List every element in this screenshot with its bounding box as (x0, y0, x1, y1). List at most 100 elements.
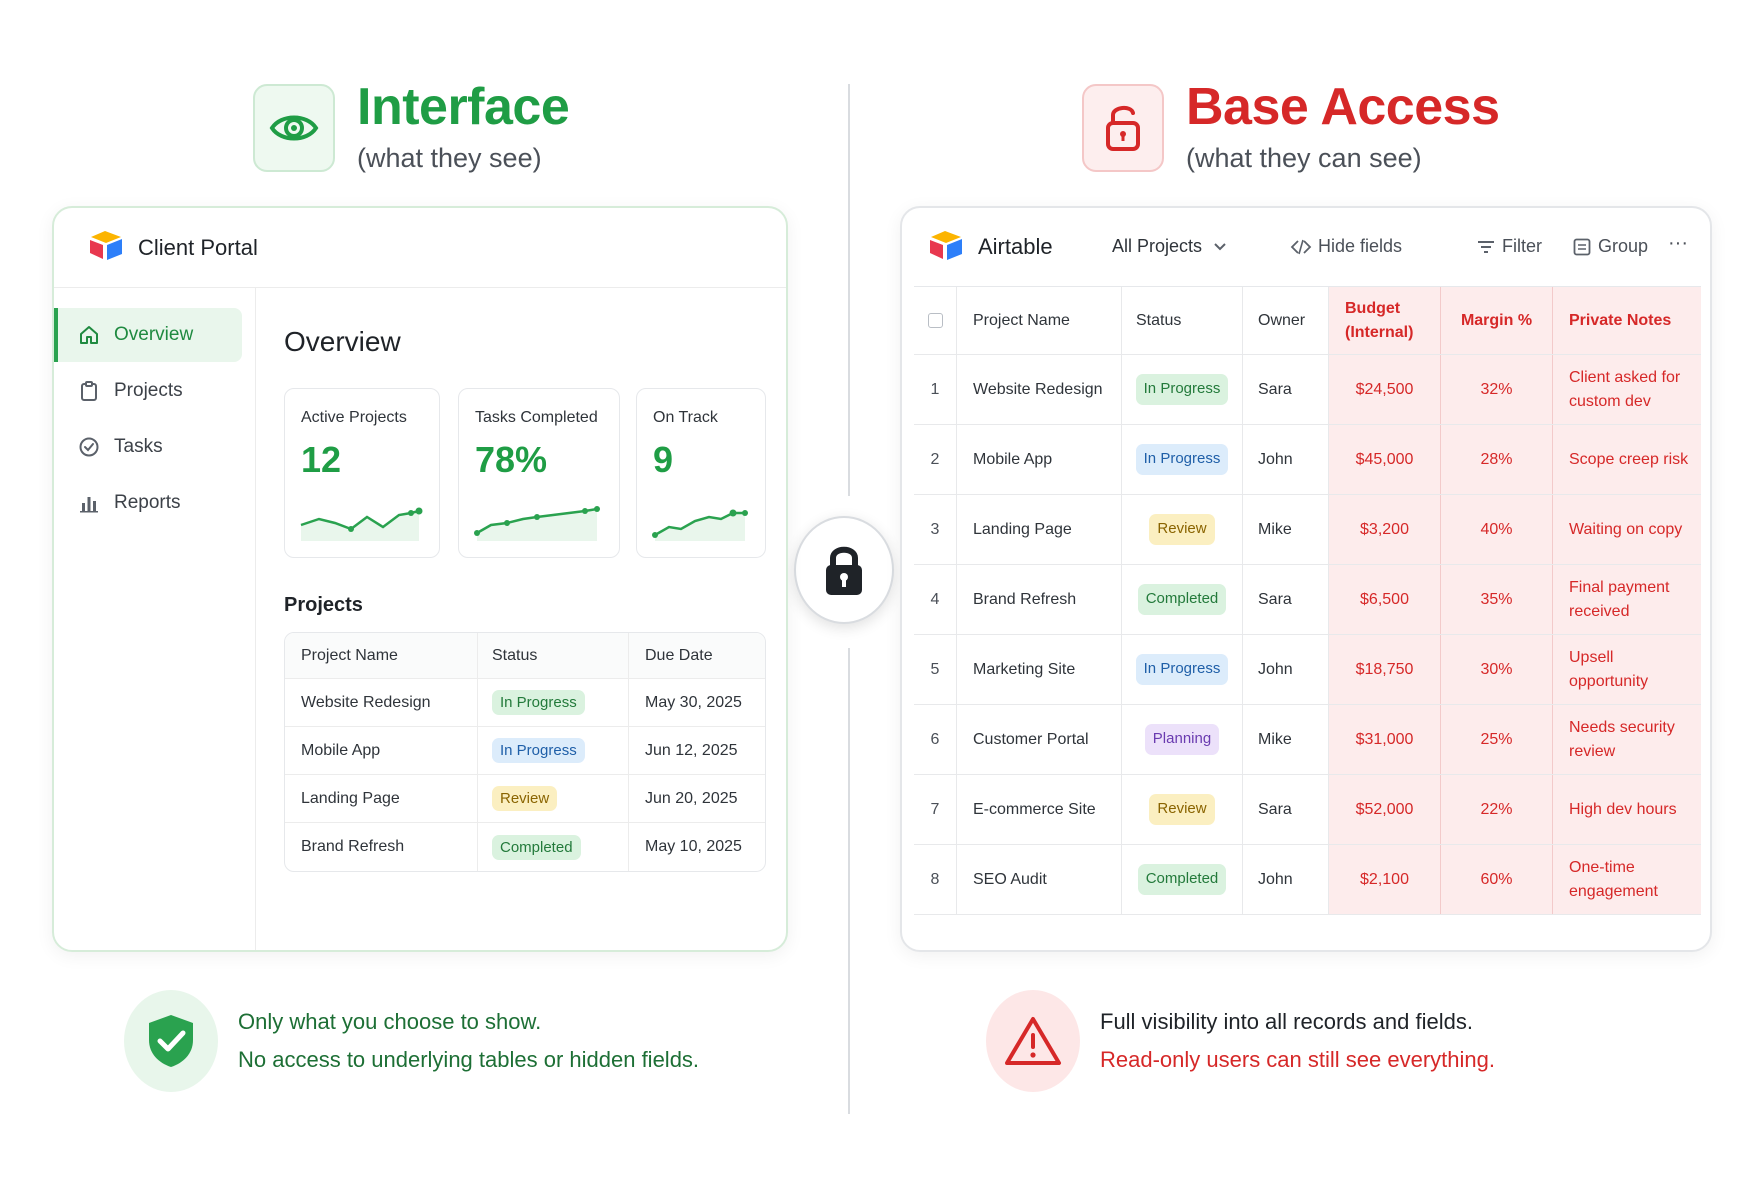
eye-icon (253, 83, 335, 172)
cell-margin[interactable]: 22% (1441, 775, 1553, 844)
table-row[interactable]: 5 Marketing Site In Progress John $18,75… (914, 635, 1701, 705)
table-row[interactable]: 1 Website Redesign In Progress Sara $24,… (914, 355, 1701, 425)
column-header[interactable]: Project Name (957, 287, 1122, 354)
cell-private-notes[interactable]: Upsell opportunity (1553, 635, 1701, 704)
base-access-header: Base Access (what they can see) (1082, 81, 1500, 174)
table-row[interactable]: 6 Customer Portal Planning Mike $31,000 … (914, 705, 1701, 775)
sidebar-item-overview[interactable]: Overview (54, 308, 242, 362)
chevron-down-icon (1214, 242, 1226, 250)
table-row[interactable]: 2 Mobile App In Progress John $45,000 28… (914, 425, 1701, 495)
cell-owner[interactable]: Sara (1243, 565, 1329, 634)
table-row[interactable]: 8 SEO Audit Completed John $2,100 60% On… (914, 845, 1701, 915)
base-access-subtitle: (what they can see) (1186, 143, 1422, 173)
shield-check-icon (124, 990, 218, 1092)
table-row[interactable]: 4 Brand Refresh Completed Sara $6,500 35… (914, 565, 1701, 635)
status-badge: Completed (492, 834, 581, 860)
interface-subtitle: (what they see) (357, 143, 542, 173)
cell-owner[interactable]: Sara (1243, 775, 1329, 844)
cell-margin[interactable]: 28% (1441, 425, 1553, 494)
row-number: 5 (914, 635, 957, 704)
cell-budget[interactable]: $18,750 (1329, 635, 1441, 704)
unlocked-padlock-icon (1082, 83, 1164, 172)
sidebar-item-tasks[interactable]: Tasks (54, 420, 242, 474)
column-header[interactable]: Owner (1243, 287, 1329, 354)
cell-margin[interactable]: 30% (1441, 635, 1553, 704)
sidebar-item-label: Reports (114, 492, 181, 513)
cell-project-name[interactable]: Website Redesign (957, 355, 1122, 424)
filter-button[interactable]: Filter (1476, 236, 1542, 257)
cell-margin[interactable]: 25% (1441, 705, 1553, 774)
cell-margin[interactable]: 40% (1441, 495, 1553, 564)
base-access-note-line2: Read-only users can still see everything… (1100, 1047, 1495, 1072)
interface-note-line1: Only what you choose to show. (238, 1008, 542, 1034)
cell-project-name[interactable]: Mobile App (957, 425, 1122, 494)
cell-private-notes[interactable]: Final payment received (1553, 565, 1701, 634)
table-row[interactable]: 3 Landing Page Review Mike $3,200 40% Wa… (914, 495, 1701, 565)
cell-private-notes[interactable]: Scope creep risk (1553, 425, 1701, 494)
cell-margin[interactable]: 32% (1441, 355, 1553, 424)
cell-project-name[interactable]: Brand Refresh (957, 565, 1122, 634)
cell-project-name[interactable]: E-commerce Site (957, 775, 1122, 844)
divider-bottom (848, 648, 850, 1114)
sparkline (300, 507, 423, 541)
table-row[interactable]: 7 E-commerce Site Review Sara $52,000 22… (914, 775, 1701, 845)
cell-project-name[interactable]: SEO Audit (957, 845, 1122, 914)
more-options-icon[interactable]: ··· (1668, 232, 1688, 255)
table-row[interactable]: Landing Page Review Jun 20, 2025 (285, 775, 765, 823)
sidebar-item-label: Tasks (114, 436, 163, 457)
table-row[interactable]: Brand Refresh Completed May 10, 2025 (285, 823, 765, 871)
column-header: Status (478, 633, 629, 678)
sidebar-item-label: Overview (114, 324, 194, 345)
cell-private-notes[interactable]: One-time engagement (1553, 845, 1701, 914)
select-all-checkbox[interactable] (927, 313, 943, 328)
row-number: 2 (914, 425, 957, 494)
column-header-margin[interactable]: Margin % (1441, 287, 1553, 354)
cell-budget[interactable]: $24,500 (1329, 355, 1441, 424)
cell-private-notes[interactable]: Client asked for custom dev (1553, 355, 1701, 424)
kpi-value: 9 (653, 439, 674, 480)
view-switcher[interactable]: All Projects (1112, 236, 1230, 257)
cell-project-name[interactable]: Landing Page (957, 495, 1122, 564)
cell-budget[interactable]: $52,000 (1329, 775, 1441, 844)
cell-project-name[interactable]: Customer Portal (957, 705, 1122, 774)
cell-budget[interactable]: $2,100 (1329, 845, 1441, 914)
cell-budget[interactable]: $31,000 (1329, 705, 1441, 774)
interface-header: Interface (what they see) (253, 81, 570, 174)
sidebar-item-reports[interactable]: Reports (54, 476, 242, 530)
hide-fields-button[interactable]: Hide fields (1290, 236, 1402, 257)
cell-budget[interactable]: $6,500 (1329, 565, 1441, 634)
row-number: 4 (914, 565, 957, 634)
cell-owner[interactable]: Mike (1243, 705, 1329, 774)
column-header-private-notes[interactable]: Private Notes (1553, 287, 1701, 354)
table-row[interactable]: Mobile App In Progress Jun 12, 2025 (285, 727, 765, 775)
cell-due-date: May 30, 2025 (645, 693, 742, 711)
cell-private-notes[interactable]: Waiting on copy (1553, 495, 1701, 564)
bar-chart-icon (80, 497, 98, 513)
cell-project-name: Mobile App (285, 727, 478, 774)
cell-owner[interactable]: Sara (1243, 355, 1329, 424)
table-row[interactable]: Website Redesign In Progress May 30, 202… (285, 679, 765, 727)
cell-margin[interactable]: 35% (1441, 565, 1553, 634)
sidebar-item-projects[interactable]: Projects (54, 364, 242, 418)
cell-owner[interactable]: John (1243, 845, 1329, 914)
cell-due-date: May 10, 2025 (645, 838, 742, 855)
cell-margin[interactable]: 60% (1441, 845, 1553, 914)
cell-due-date: Jun 20, 2025 (645, 789, 738, 807)
status-badge: Review (492, 786, 558, 811)
cell-private-notes[interactable]: High dev hours (1553, 775, 1701, 844)
airtable-logo-icon (88, 229, 124, 266)
cell-owner[interactable]: John (1243, 635, 1329, 704)
column-header[interactable]: Status (1122, 287, 1243, 354)
row-number: 7 (914, 775, 957, 844)
column-header-budget[interactable]: Budget (Internal) (1329, 287, 1441, 354)
cell-budget[interactable]: $45,000 (1329, 425, 1441, 494)
status-badge: Completed (1137, 584, 1227, 615)
cell-owner[interactable]: Mike (1243, 495, 1329, 564)
cell-private-notes[interactable]: Needs security review (1553, 705, 1701, 774)
row-number: 1 (914, 355, 957, 424)
group-button[interactable]: Group (1572, 236, 1648, 257)
projects-title: Projects (284, 594, 363, 616)
cell-owner[interactable]: John (1243, 425, 1329, 494)
cell-project-name[interactable]: Marketing Site (957, 635, 1122, 704)
cell-budget[interactable]: $3,200 (1329, 495, 1441, 564)
